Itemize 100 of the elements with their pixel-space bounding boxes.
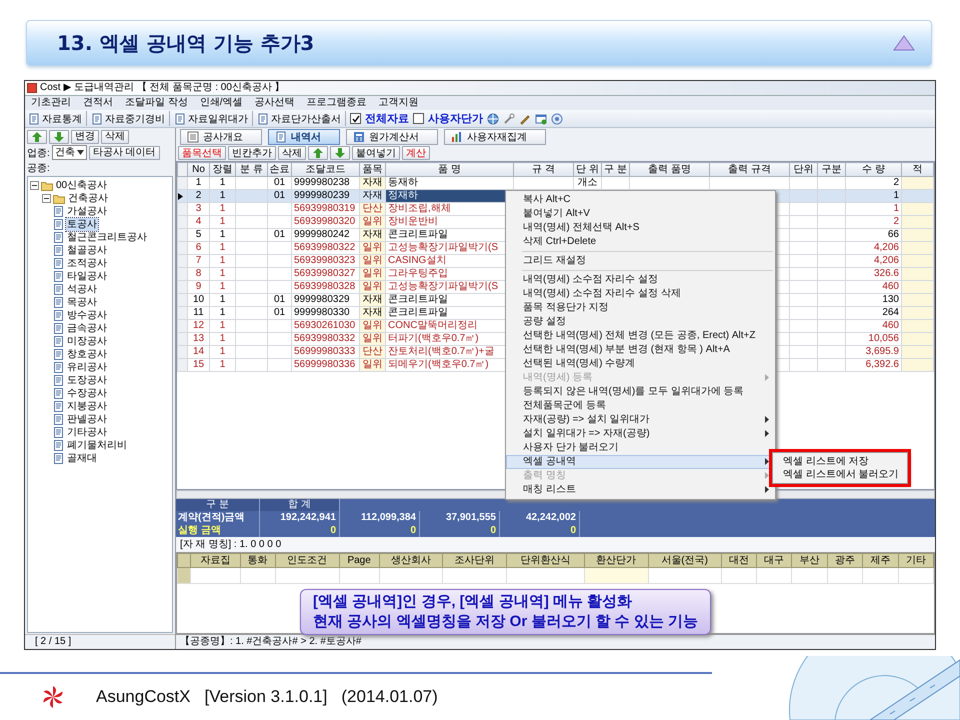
table-cell: 9 <box>196 281 202 292</box>
table-cell: 56939980323 <box>294 255 356 266</box>
status-bar: 【공종명】: 1. #건축공사# > 2. #토공사# <box>176 634 935 649</box>
table-cell: 1 <box>220 177 226 188</box>
table-cell: 일위 <box>362 333 382 344</box>
table-cell: 단산 <box>362 203 382 214</box>
table-cell: 12 <box>192 320 204 331</box>
row-header: 계약(견적)금액 <box>176 511 260 524</box>
table-cell: 2 <box>893 216 899 227</box>
table-cell: 고성능확장기파일박기(S <box>388 281 498 292</box>
table-cell: 56939980320 <box>294 216 356 227</box>
summary-value: 37,901,555 <box>420 511 500 524</box>
summary-value: 42,242,002 <box>500 511 580 524</box>
table-cell: 9999980329 <box>294 294 350 305</box>
table-cell: 01 <box>274 229 286 240</box>
table-cell: 개소 <box>578 177 598 188</box>
table-cell: 5 <box>196 229 202 240</box>
field-label: 업종: <box>27 146 50 160</box>
table-cell: 일위 <box>362 320 382 331</box>
column-header: 합 계 <box>260 499 340 511</box>
table-cell: 1 <box>220 242 226 253</box>
summary-value: 112,099,384 <box>340 511 420 524</box>
table-cell: 자재 <box>362 294 382 305</box>
table-cell: 콘크리트파일 <box>388 307 448 318</box>
table-cell: 01 <box>274 177 286 188</box>
table-cell: 56930261030 <box>294 320 356 331</box>
table-cell: 460 <box>882 281 899 292</box>
table-cell: 2 <box>893 177 899 188</box>
record-counter: [ 2 / 15 ] <box>25 634 175 649</box>
table-cell: 7 <box>196 255 202 266</box>
table-cell: 터파기(백호우0.7㎥) <box>388 333 479 344</box>
table-cell: 11 <box>193 307 204 318</box>
table-cell: 자재 <box>362 229 382 240</box>
table-cell: 1 <box>220 333 226 344</box>
table-cell: 9999980238 <box>294 177 350 188</box>
table-cell: 자재 <box>362 190 382 201</box>
table-cell: 장비운반비 <box>388 216 438 227</box>
column-header: 구 분 <box>176 499 260 511</box>
table-cell: 4,206 <box>874 255 899 266</box>
table-cell: 56939980332 <box>294 333 356 344</box>
table-cell: 66 <box>888 229 899 240</box>
table-cell: 그라우팅주입 <box>388 268 448 279</box>
table-cell: 460 <box>882 320 899 331</box>
table-cell: 단산 <box>362 346 382 357</box>
table-cell: 되메우기(백호우0.7㎥) <box>388 359 489 370</box>
table-cell: 326.6 <box>874 268 899 279</box>
table-cell: 15 <box>192 359 204 370</box>
table-cell: 1 <box>220 307 226 318</box>
table-cell: 콘크리트파일 <box>388 229 448 240</box>
table-cell: 13 <box>192 333 204 344</box>
callout-text: [엑셀 공내역]인 경우, [엑셀 공내역] 메뉴 활성화 <box>313 592 634 612</box>
table-cell: 6 <box>196 242 202 253</box>
table-cell: 자재 <box>362 307 382 318</box>
table-cell: 56999980333 <box>294 346 356 357</box>
table-cell: 잔토처리(백호0.7㎥)+굴 <box>388 346 494 357</box>
table-cell: 1 <box>220 320 226 331</box>
table-cell: 고성능확장기파일박기(S <box>388 242 498 253</box>
table-cell: 01 <box>274 294 286 305</box>
table-cell: 1 <box>220 203 226 214</box>
table-cell: 일위 <box>362 216 382 227</box>
material-name-label: [자 재 명칭] : 1. 0 0 0 0 <box>179 538 282 552</box>
table-cell: 3,695.9 <box>866 346 899 357</box>
table-cell: 1 <box>196 177 202 188</box>
product-name: AsungCostX <box>96 687 190 707</box>
table-cell: 1 <box>220 268 226 279</box>
table-cell: 1 <box>220 190 226 201</box>
summary-value: 0 <box>260 524 340 537</box>
table-cell: 130 <box>882 294 899 305</box>
window-title: Cost ▶ 도급내역관리 【 전체 품목군명 : 00신축공사 】 <box>40 81 285 95</box>
table-cell: 1 <box>220 281 226 292</box>
version-label: [Version 3.1.0.1] <box>204 687 328 707</box>
table-cell: 8 <box>196 268 202 279</box>
table-cell: 9999980330 <box>294 307 350 318</box>
table-cell: 일위 <box>362 281 382 292</box>
table-cell: 3 <box>196 203 202 214</box>
table-cell: 1 <box>220 359 226 370</box>
table-cell: 1 <box>220 229 226 240</box>
field-label: 공종: <box>27 162 50 174</box>
table-cell: 장비조립,해체 <box>388 203 451 214</box>
table-cell: 10,056 <box>868 333 899 344</box>
table-cell: 2 <box>196 190 202 201</box>
row-header: 실행 금액 <box>176 524 260 537</box>
table-cell: 56999980336 <box>294 359 356 370</box>
table-cell: 56939980327 <box>294 268 356 279</box>
table-cell: 6,392.6 <box>866 359 899 370</box>
table-cell: 10 <box>192 294 204 305</box>
table-cell: 01 <box>274 307 286 318</box>
summary-value: 192,242,941 <box>260 511 340 524</box>
callout-text: 현재 공사의 엑셀명칭을 저장 Or 불러오기 할 수 있는 기능 <box>313 612 698 632</box>
table-cell: 1 <box>220 294 226 305</box>
table-cell: 동재하 <box>388 177 418 188</box>
table-cell: 264 <box>882 307 899 318</box>
table-cell: 56939980328 <box>294 281 356 292</box>
table-cell: 1 <box>220 255 226 266</box>
table-cell: 14 <box>192 346 204 357</box>
table-cell: 일위 <box>362 242 382 253</box>
table-cell: 정재하 <box>388 190 418 201</box>
table-cell: 1 <box>893 190 899 201</box>
table-cell: 4 <box>196 216 202 227</box>
slide-title: 13. 엑셀 공내역 기능 추가3 <box>57 30 314 56</box>
